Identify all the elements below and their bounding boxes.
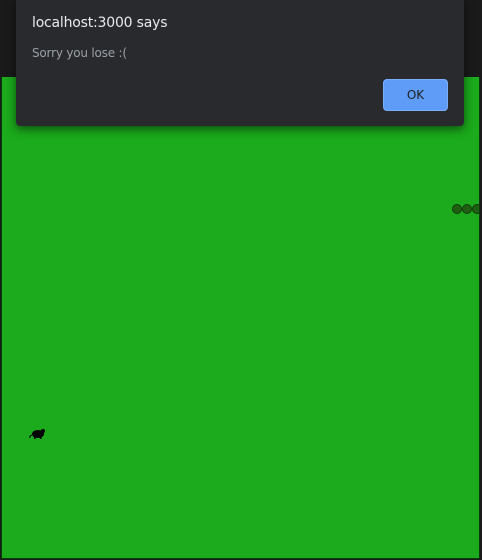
browser-viewport: localhost:3000 says Sorry you lose :( OK xyxy=(0,0,482,560)
snake-segment xyxy=(472,204,479,214)
dialog-message: Sorry you lose :( xyxy=(32,46,127,60)
ok-button[interactable]: OK xyxy=(383,79,448,111)
snake-segment xyxy=(452,204,462,214)
snake-segment xyxy=(462,204,472,214)
mouse-icon xyxy=(29,429,45,439)
game-board xyxy=(1,77,480,559)
alert-dialog: localhost:3000 says Sorry you lose :( OK xyxy=(16,0,464,126)
dialog-title: localhost:3000 says xyxy=(32,15,168,31)
snake xyxy=(452,204,479,214)
